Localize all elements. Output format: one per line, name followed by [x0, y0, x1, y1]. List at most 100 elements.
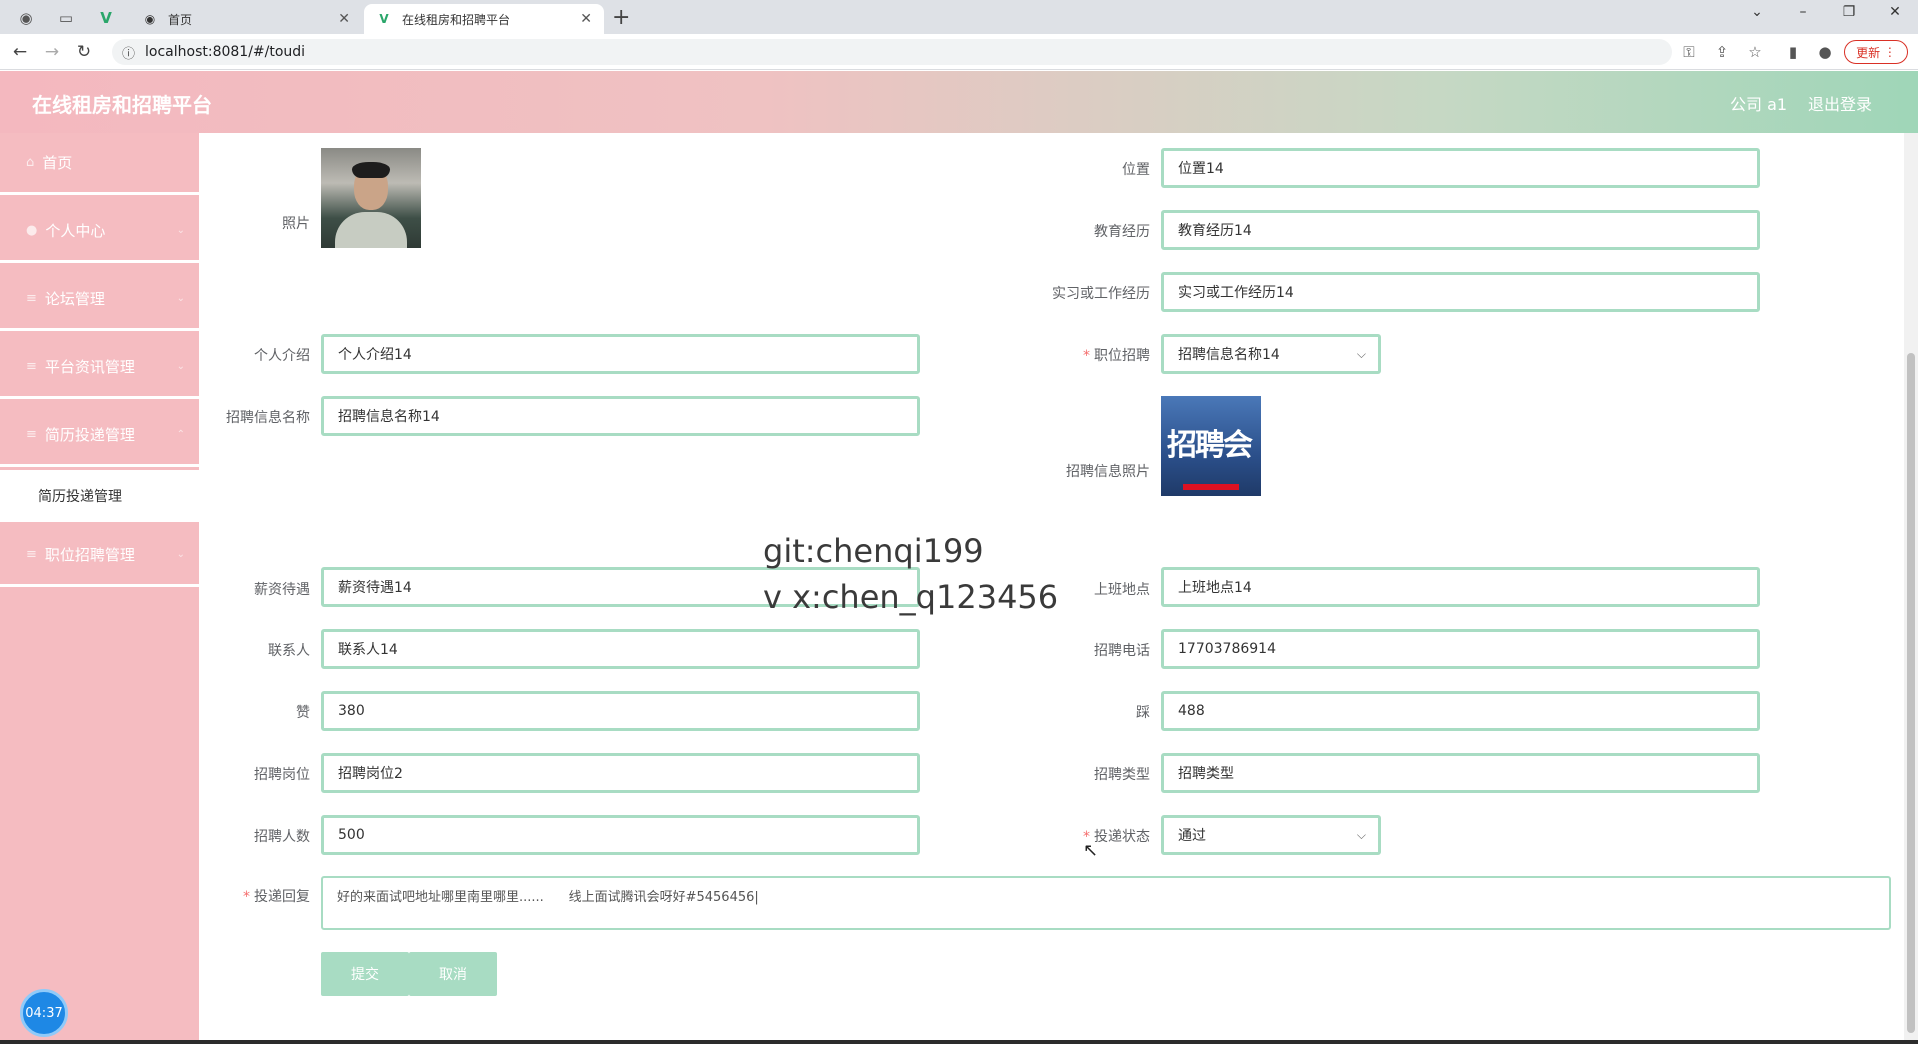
tab-label: 首页 — [168, 12, 193, 27]
update-button[interactable]: 更新 ⋮ — [1844, 40, 1908, 64]
phone-value: 17703786914 — [1178, 641, 1276, 657]
chevron-down-icon[interactable]: ⌄ — [1742, 4, 1772, 20]
phone-label: 招聘电话 — [1094, 643, 1150, 659]
vue-logo-icon[interactable]: V — [94, 6, 118, 30]
sidepanel-icon[interactable]: ▮ — [1782, 43, 1804, 61]
info-photo-label: 招聘信息照片 — [1066, 464, 1150, 480]
reload-icon[interactable]: ↻ — [72, 42, 96, 62]
job-select[interactable]: 招聘信息名称14 ⌵ — [1161, 334, 1381, 374]
workplace-field[interactable]: 上班地点14 — [1161, 567, 1760, 607]
phone-field[interactable]: 17703786914 — [1161, 629, 1760, 669]
menu-icon: ≡ — [26, 427, 37, 442]
sidebar: ⌂ 首页 ● 个人中心 ⌄ ≡ 论坛管理 ⌄ ≡ 平台资讯管理 ⌄ ≡ 简历投递… — [0, 133, 199, 1044]
applicant-photo — [321, 148, 421, 248]
url-text: localhost:8081/#/toudi — [145, 44, 306, 60]
dislike-label: 踩 — [1136, 705, 1150, 721]
close-icon[interactable]: ✕ — [580, 11, 592, 27]
sidebar-item-label: 个人中心 — [45, 222, 106, 240]
chevron-down-icon: ⌄ — [176, 225, 185, 236]
position-value: 招聘岗位2 — [338, 766, 403, 782]
page-scrollbar[interactable] — [1904, 133, 1918, 1044]
sidebar-item-forum[interactable]: ≡ 论坛管理 ⌄ — [0, 269, 199, 331]
sidebar-item-label: 简历投递管理 — [44, 426, 135, 444]
photo-body — [335, 212, 407, 248]
like-field[interactable]: 380 — [321, 691, 920, 731]
type-value: 招聘类型 — [1178, 766, 1234, 782]
chevron-down-icon: ⌵ — [1356, 828, 1366, 842]
position-label: 招聘岗位 — [254, 767, 310, 783]
position-field[interactable]: 招聘岗位2 — [321, 753, 920, 793]
recruitment-image: 招聘会 — [1161, 396, 1261, 496]
salary-label: 薪资待遇 — [254, 582, 310, 598]
menu-icon: ≡ — [26, 547, 37, 562]
info-icon[interactable]: ⓘ — [122, 43, 135, 62]
browser-tab-home[interactable]: ◉ 首页 ✕ — [130, 4, 362, 34]
count-value: 500 — [338, 827, 365, 843]
intro-field[interactable]: 个人介绍14 — [321, 334, 920, 374]
sidebar-item-news[interactable]: ≡ 平台资讯管理 ⌄ — [0, 337, 199, 399]
taskbar-edge — [0, 1040, 1918, 1044]
mouse-cursor-icon: ↖ — [1083, 840, 1099, 861]
home-icon: ⌂ — [26, 155, 35, 170]
sidebar-item-label: 平台资讯管理 — [44, 358, 135, 376]
info-name-label: 招聘信息名称 — [226, 410, 310, 426]
location-field[interactable]: 位置14 — [1161, 148, 1760, 188]
location-label: 位置 — [1122, 162, 1150, 178]
forward-icon[interactable]: → — [40, 42, 64, 62]
dislike-value: 488 — [1178, 703, 1205, 719]
browser-tab-active[interactable]: V 在线租房和招聘平台 ✕ — [364, 4, 604, 34]
sidebar-item-label: 职位招聘管理 — [44, 546, 135, 564]
contact-label: 联系人 — [268, 643, 310, 659]
submit-button[interactable]: 提交 — [321, 952, 409, 996]
minimize-icon[interactable]: – — [1788, 4, 1818, 20]
status-label-text: 投递状态 — [1094, 829, 1150, 845]
scrollbar-thumb[interactable] — [1907, 353, 1915, 1033]
globe-icon: ◉ — [144, 12, 156, 26]
dislike-field[interactable]: 488 — [1161, 691, 1760, 731]
cancel-button[interactable]: 取消 — [409, 952, 497, 996]
close-icon[interactable]: ✕ — [338, 11, 350, 27]
profile-icon[interactable]: ● — [1814, 43, 1836, 61]
info-name-field[interactable]: 招聘信息名称14 — [321, 396, 920, 436]
location-value: 位置14 — [1178, 161, 1224, 177]
submenu-resume-management[interactable]: 简历投递管理 — [0, 470, 199, 522]
new-tab-icon[interactable]: + — [612, 5, 630, 30]
vue-logo-icon: V — [379, 12, 389, 26]
photo-hair — [352, 162, 390, 178]
contact-field[interactable]: 联系人14 — [321, 629, 920, 669]
count-label: 招聘人数 — [254, 829, 310, 845]
like-value: 380 — [338, 703, 365, 719]
back-icon[interactable]: ← — [8, 42, 32, 62]
watermark-line2: v x:chen_q123456 — [763, 578, 1059, 616]
pinned-tab-icon[interactable]: ▭ — [54, 6, 78, 30]
share-icon[interactable]: ⇪ — [1711, 43, 1733, 61]
work-field[interactable]: 实习或工作经历14 — [1161, 272, 1760, 312]
key-icon[interactable]: ⚿ — [1678, 43, 1700, 61]
type-field[interactable]: 招聘类型 — [1161, 753, 1760, 793]
close-window-icon[interactable]: ✕ — [1880, 4, 1910, 20]
education-value: 教育经历14 — [1178, 223, 1252, 239]
sidebar-item-resume[interactable]: ≡ 简历投递管理 ⌃ — [0, 405, 199, 467]
star-icon[interactable]: ☆ — [1744, 43, 1766, 61]
recruitment-image-title: 招聘会 — [1167, 428, 1253, 463]
chevron-up-icon: ⌃ — [176, 429, 185, 440]
chevron-down-icon: ⌵ — [1356, 347, 1366, 361]
count-field[interactable]: 500 — [321, 815, 920, 855]
browser-tab-bar: ◉ ▭ V ◉ 首页 ✕ V 在线租房和招聘平台 ✕ + ⌄ – ❐ ✕ — [0, 0, 1918, 34]
sidebar-item-home[interactable]: ⌂ 首页 — [0, 133, 199, 195]
workplace-value: 上班地点14 — [1178, 580, 1252, 596]
education-label: 教育经历 — [1094, 224, 1150, 240]
like-label: 赞 — [296, 705, 310, 721]
sidebar-item-personal[interactable]: ● 个人中心 ⌄ — [0, 201, 199, 263]
education-field[interactable]: 教育经历14 — [1161, 210, 1760, 250]
sidebar-item-jobs[interactable]: ≡ 职位招聘管理 ⌄ — [0, 525, 199, 587]
tab-label: 在线租房和招聘平台 — [402, 12, 511, 27]
url-field[interactable]: ⓘ localhost:8081/#/toudi — [112, 39, 1672, 65]
restore-icon[interactable]: ❐ — [1834, 4, 1864, 20]
user-icon: ● — [26, 223, 38, 238]
intro-label: 个人介绍 — [254, 348, 310, 364]
logout-link[interactable]: 退出登录 — [1808, 91, 1872, 115]
browser-favicon-icon[interactable]: ◉ — [14, 6, 38, 30]
reply-textarea[interactable]: 好的来面试吧地址哪里南里哪里...... 线上面试腾讯会呀好#5456456| — [321, 876, 1891, 930]
status-select[interactable]: 通过 ⌵ — [1161, 815, 1381, 855]
